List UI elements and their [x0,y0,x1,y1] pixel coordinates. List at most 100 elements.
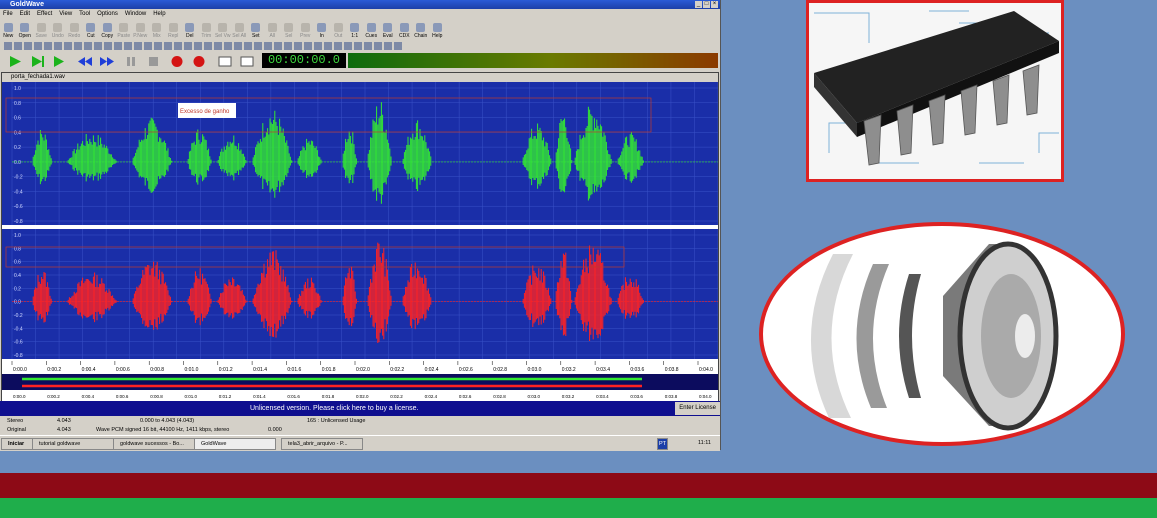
toolbar-sel-button[interactable]: Sel [281,19,298,39]
menu-view[interactable]: View [59,9,72,19]
effect-icon[interactable] [84,41,92,50]
pause-icon[interactable] [124,55,138,68]
toolbar-save-button[interactable]: Save [33,19,50,39]
control-properties-icon[interactable] [218,55,232,68]
toolbar-p-new-button[interactable]: P.New [132,19,149,39]
effect-icon[interactable] [304,41,312,50]
effect-icon[interactable] [54,41,62,50]
toolbar-del-button[interactable]: Del [182,19,199,39]
toolbar-repl-button[interactable]: Repl [165,19,182,39]
maximize-button[interactable]: □ [703,1,710,8]
stop-icon[interactable] [146,55,160,68]
play-selection-icon[interactable] [30,55,44,68]
effect-icon[interactable] [214,41,222,50]
close-button[interactable]: × [711,1,718,8]
device-controls-icon[interactable] [240,55,254,68]
effect-icon[interactable] [374,41,382,50]
start-button[interactable]: Iniciar [1,438,33,450]
overview-strip[interactable] [2,374,718,390]
menu-help[interactable]: Help [153,9,165,19]
effect-icon[interactable] [34,41,42,50]
effect-icon[interactable] [254,41,262,50]
menu-effect[interactable]: Effect [37,9,52,19]
minimize-button[interactable]: _ [695,1,702,8]
effect-icon[interactable] [344,41,352,50]
license-banner[interactable]: Unlicensed version. Please click here to… [0,401,720,416]
task-tela3[interactable]: tela3_abrir_arquivo - P... [281,438,363,450]
menu-window[interactable]: Window [125,9,146,19]
fast-forward-icon[interactable] [100,55,114,68]
effect-icon[interactable] [234,41,242,50]
task-goldwave-sucessos[interactable]: goldwave sucessos - Bo... [113,438,195,450]
effect-icon[interactable] [44,41,52,50]
effect-icon[interactable] [294,41,302,50]
toolbar-new-button[interactable]: New [0,19,17,39]
play-icon[interactable] [8,55,22,68]
toolbar-paste-button[interactable]: Paste [116,19,133,39]
toolbar-all-button[interactable]: All [264,19,281,39]
effect-icon[interactable] [114,41,122,50]
toolbar-copy-button[interactable]: Copy [99,19,116,39]
effect-icon[interactable] [104,41,112,50]
toolbar-sel-vw-button[interactable]: Sel Vw [215,19,232,39]
effect-icon[interactable] [164,41,172,50]
effect-icon[interactable] [314,41,322,50]
effect-icon[interactable] [274,41,282,50]
record-new-icon[interactable] [192,55,206,68]
toolbar-cdx-button[interactable]: CDX [396,19,413,39]
effect-icon[interactable] [174,41,182,50]
language-indicator[interactable]: PT [657,438,668,450]
effect-icon[interactable] [4,41,12,50]
toolbar-sel-all-button[interactable]: Sel All [231,19,248,39]
effect-icon[interactable] [224,41,232,50]
toolbar-open-button[interactable]: Open [17,19,34,39]
effect-icon[interactable] [144,41,152,50]
effect-icon[interactable] [64,41,72,50]
effect-icon[interactable] [334,41,342,50]
toolbar-cues-button[interactable]: Cues [363,19,380,39]
toolbar-undo-button[interactable]: Undo [50,19,67,39]
toolbar-trim-button[interactable]: Trim [198,19,215,39]
effect-icon[interactable] [194,41,202,50]
license-message[interactable]: Unlicensed version. Please click here to… [250,401,418,416]
toolbar-set-button[interactable]: Set [248,19,265,39]
effect-icon[interactable] [264,41,272,50]
effect-icon[interactable] [364,41,372,50]
toolbar-mix-button[interactable]: Mix [149,19,166,39]
toolbar-prev-button[interactable]: Prev [297,19,314,39]
toolbar-1-1-button[interactable]: 1:1 [347,19,364,39]
task-goldwave[interactable]: GoldWave [194,438,276,450]
toolbar-in-button[interactable]: In [314,19,331,39]
effect-icon[interactable] [324,41,332,50]
effect-icon[interactable] [184,41,192,50]
toolbar-eval-button[interactable]: Eval [380,19,397,39]
effect-icon[interactable] [394,41,402,50]
effect-icon[interactable] [24,41,32,50]
toolbar-chain-button[interactable]: Chain [413,19,430,39]
effect-icon[interactable] [354,41,362,50]
play-loop-icon[interactable] [52,55,66,68]
effect-icon[interactable] [74,41,82,50]
effect-icon[interactable] [124,41,132,50]
toolbar-help-button[interactable]: Help [429,19,446,39]
effect-icon[interactable] [244,41,252,50]
toolbar-out-button[interactable]: Out [330,19,347,39]
effect-icon[interactable] [94,41,102,50]
effect-icon[interactable] [284,41,292,50]
rewind-icon[interactable] [78,55,92,68]
record-icon[interactable] [170,55,184,68]
task-tutorial-goldwave[interactable]: tutorial goldwave [32,438,114,450]
enter-license-button[interactable]: Enter License [675,402,720,415]
menu-tool[interactable]: Tool [79,9,90,19]
effect-icon[interactable] [384,41,392,50]
effect-icon[interactable] [134,41,142,50]
effect-icon[interactable] [204,41,212,50]
effect-icon[interactable] [14,41,22,50]
menu-options[interactable]: Options [97,9,118,19]
menu-file[interactable]: File [3,9,13,19]
waveform-view[interactable]: 1.00.80.60.40.20.0-0.2-0.4-0.6-0.81.00.8… [2,82,718,432]
effect-icon[interactable] [154,41,162,50]
toolbar-cut-button[interactable]: Cut [83,19,100,39]
toolbar-redo-button[interactable]: Redo [66,19,83,39]
menu-edit[interactable]: Edit [20,9,30,19]
